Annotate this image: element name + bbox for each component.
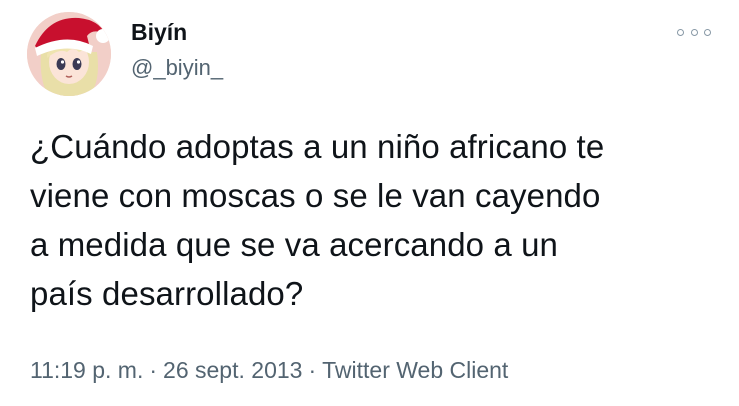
avatar[interactable]: [27, 12, 111, 96]
author-info: Biyín @_biyin_: [131, 18, 223, 82]
author-handle[interactable]: @_biyin_: [131, 54, 223, 82]
author-display-name[interactable]: Biyín: [131, 18, 223, 46]
tweet-text: ¿Cuándo adoptas a un niño africano te vi…: [30, 128, 605, 312]
tweet-date[interactable]: 26 sept. 2013: [163, 357, 302, 383]
meta-separator: ·: [308, 357, 317, 383]
more-options-icon-dot: [704, 28, 711, 36]
more-options-icon-dot: [690, 28, 698, 36]
meta-separator: ·: [149, 357, 158, 383]
tweet-metadata: 11:19 p. m. · 26 sept. 2013 · Twitter Web Cl…: [30, 355, 508, 385]
tweet-source[interactable]: Twitter Web Client: [322, 357, 508, 383]
tweet-time[interactable]: 11:19 p. m.: [30, 357, 143, 383]
avatar-image: [27, 12, 111, 96]
more-options-icon: [677, 28, 684, 36]
tweet-card: Biyín @_biyin_ ¿Cuándo adoptas a un niño…: [0, 0, 739, 406]
more-options-button[interactable]: [677, 22, 711, 42]
